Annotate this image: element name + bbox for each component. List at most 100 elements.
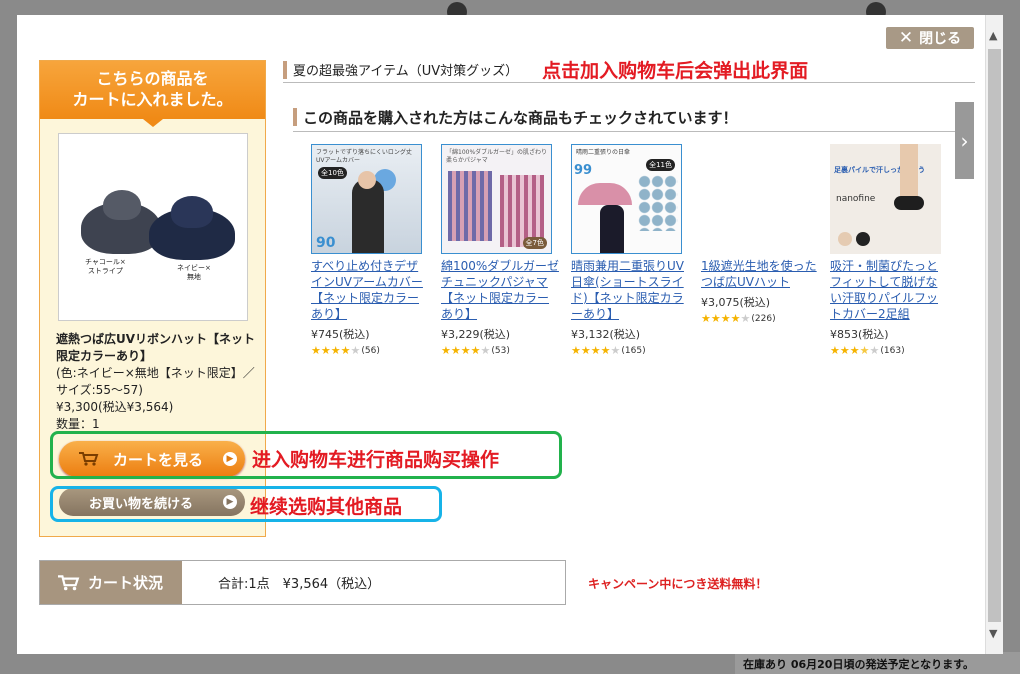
star-empty-icon: ★	[350, 344, 361, 357]
added-item-image: チャコール× ストライプ ネイビー× 無地	[58, 133, 248, 321]
product-percent-badge: 99	[574, 163, 593, 178]
product-price: ¥3,132(税込)	[571, 328, 641, 341]
product-name-link[interactable]: 1級遮光生地を使ったつば広UVハット	[701, 258, 819, 290]
star-full-icon: ★	[830, 344, 840, 357]
product-price: ¥745(税込)	[311, 328, 370, 341]
star-rating-icon: ★★★★★	[701, 312, 750, 325]
recommend-title-text: この商品を購入された方はこんな商品もチェックされています！	[303, 109, 738, 127]
product-image-caption: フラットでずり落ちにくいロング丈UVアームカバー	[316, 149, 412, 164]
annotation-continue: 继续选购其他商品	[250, 496, 403, 518]
product-card[interactable]: フラットでずり落ちにくいロング丈UVアームカバー 全10色 90 すべり止め付き…	[311, 144, 429, 357]
star-rating-icon: ★★★★★	[830, 344, 879, 357]
star-full-icon: ★	[590, 344, 601, 357]
product-name-link[interactable]: 晴雨兼用二重張りUV日傘(ショートスライド)【ネット限定カラーあり】	[571, 258, 689, 322]
product-card[interactable]: 1級遮光生地を使ったつば広UVハット ¥3,075(税込) ★★★★★ (226)	[701, 144, 819, 325]
swatch-black	[856, 232, 870, 246]
star-full-icon: ★	[580, 344, 591, 357]
scroll-down-icon[interactable]: ▼	[989, 627, 997, 640]
product-image[interactable]: 「綿100%ダブルガーゼ」の肌ざわり柔らかパジャマ 全7色	[441, 144, 552, 254]
star-full-icon: ★	[311, 344, 321, 357]
cart-summary: 合計:1点 ¥3,564（税込）	[218, 577, 381, 592]
carousel-next-button[interactable]: ›	[955, 102, 974, 179]
star-full-icon: ★	[849, 344, 860, 357]
foot-cover-image	[894, 196, 924, 210]
product-image-caption: 足裏パイルで汗しっかり吸う	[834, 166, 925, 174]
product-rating: ★★★★★ (163)	[830, 344, 948, 357]
star-full-icon: ★	[450, 344, 461, 357]
model-figure	[352, 179, 384, 253]
review-count: (56)	[361, 345, 380, 356]
product-card[interactable]: 「綿100%ダブルガーゼ」の肌ざわり柔らかパジャマ 全7色 綿100%ダブルガー…	[441, 144, 559, 357]
product-name-link[interactable]: 吸汗・制菌ぴたっとフィットして脱げない汗取りパイルフットカバー2足組	[830, 258, 948, 322]
pajama-top-image	[448, 171, 492, 241]
added-item-details: 遮熱つば広UVリボンハット【ネット限定カラーあり】 (色:ネイビー×無地【ネット…	[56, 331, 256, 433]
product-image-caption: 晴雨二重張りの日傘	[576, 149, 631, 156]
star-rating-icon: ★★★★★	[311, 344, 360, 357]
review-count: (53)	[491, 345, 510, 356]
close-button[interactable]: ✕ 閉じる	[886, 27, 974, 49]
modal-scrollbar[interactable]: ▲ ▼	[985, 15, 1003, 654]
added-item-name: 遮熱つば広UVリボンハット【ネット限定カラーあり】	[56, 332, 256, 363]
annotation-view-cart: 进入购物车进行商品购买操作	[252, 449, 500, 471]
model-figure	[600, 205, 624, 253]
star-full-icon: ★	[441, 344, 451, 357]
star-full-icon: ★	[330, 344, 341, 357]
product-percent-badge: 90	[316, 235, 336, 251]
product-card[interactable]: 足裏パイルで汗しっかり吸う nanofine 吸汗・制菌ぴたっとフィットして脱げ…	[830, 144, 948, 357]
close-label: 閉じる	[919, 31, 962, 47]
star-full-icon: ★	[600, 344, 611, 357]
product-image-placeholder[interactable]	[701, 144, 812, 254]
product-price: ¥853(税込)	[830, 328, 889, 341]
review-count: (226)	[751, 313, 776, 324]
added-item-option: (色:ネイビー×無地【ネット限定】／サイズ:55～57)	[56, 366, 255, 397]
product-image[interactable]: 晴雨二重張りの日傘 99 全11色	[571, 144, 682, 254]
product-price: ¥3,229(税込)	[441, 328, 511, 341]
star-full-icon: ★	[470, 344, 481, 357]
star-rating-icon: ★★★★★	[441, 344, 490, 357]
star-rating-icon: ★★★★★	[571, 344, 620, 357]
product-color-tag: 全10色	[318, 167, 347, 179]
star-full-icon: ★	[839, 344, 850, 357]
star-full-icon: ★	[571, 344, 581, 357]
product-rating: ★★★★★ (53)	[441, 344, 559, 357]
star-full-icon: ★	[340, 344, 351, 357]
chevron-right-icon: ›	[960, 128, 969, 153]
added-item-price: ¥3,300(税込¥3,564)	[56, 400, 174, 414]
product-color-tag: 全7色	[522, 237, 547, 249]
cart-icon	[58, 575, 80, 591]
color-swatches	[638, 175, 678, 231]
star-full-icon: ★	[710, 312, 721, 325]
close-icon: ✕	[898, 27, 914, 48]
added-to-cart-modal: ✕ 閉じる こちらの商品を カートに入れました。 チャコール× ストライプ ネイ…	[17, 15, 985, 654]
cart-status-label: カート状況	[40, 561, 182, 604]
section-title-text: 夏の超最強アイテム（UV対策グッズ）	[293, 64, 519, 79]
umbrella-image	[578, 183, 632, 205]
star-full-icon: ★	[320, 344, 331, 357]
image-label-right: ネイビー× 無地	[177, 264, 211, 281]
background-shipping-notice: 在庫あり 06月20日頃の発送予定となります。	[735, 652, 1020, 674]
hat-navy-crown	[171, 196, 213, 228]
review-count: (165)	[621, 345, 646, 356]
review-count: (163)	[880, 345, 905, 356]
leg-image	[900, 144, 918, 204]
product-price: ¥3,075(税込)	[701, 296, 771, 309]
product-rating: ★★★★★ (165)	[571, 344, 689, 357]
star-empty-icon: ★	[610, 344, 621, 357]
cart-status-bar: カート状況 合計:1点 ¥3,564（税込）	[39, 560, 566, 605]
product-image[interactable]: 足裏パイルで汗しっかり吸う nanofine	[830, 144, 941, 254]
campaign-notice: キャンペーン中につき送料無料！	[588, 577, 768, 591]
product-rating: ★★★★★ (56)	[311, 344, 429, 357]
added-header-line1: こちらの商品を	[96, 69, 209, 88]
added-header-line2: カートに入れました。	[72, 90, 233, 109]
star-half-icon: ★	[859, 344, 870, 357]
scrollbar-thumb[interactable]	[988, 49, 1001, 622]
star-full-icon: ★	[730, 312, 741, 325]
product-image[interactable]: フラットでずり落ちにくいロング丈UVアームカバー 全10色 90	[311, 144, 422, 254]
product-name-link[interactable]: すべり止め付きデザインUVアームカバー【ネット限定カラーあり】	[311, 258, 429, 322]
annotation-popup: 点击加入购物车后会弹出此界面	[542, 60, 809, 82]
cart-status-label-text: カート状況	[88, 574, 164, 592]
star-empty-icon: ★	[869, 344, 880, 357]
product-name-link[interactable]: 綿100%ダブルガーゼチュニックパジャマ【ネット限定カラーあり】	[441, 258, 559, 322]
product-card[interactable]: 晴雨二重張りの日傘 99 全11色 晴雨兼用二重張りUV日傘(ショートスライド)…	[571, 144, 689, 357]
scroll-up-icon[interactable]: ▲	[989, 29, 997, 42]
